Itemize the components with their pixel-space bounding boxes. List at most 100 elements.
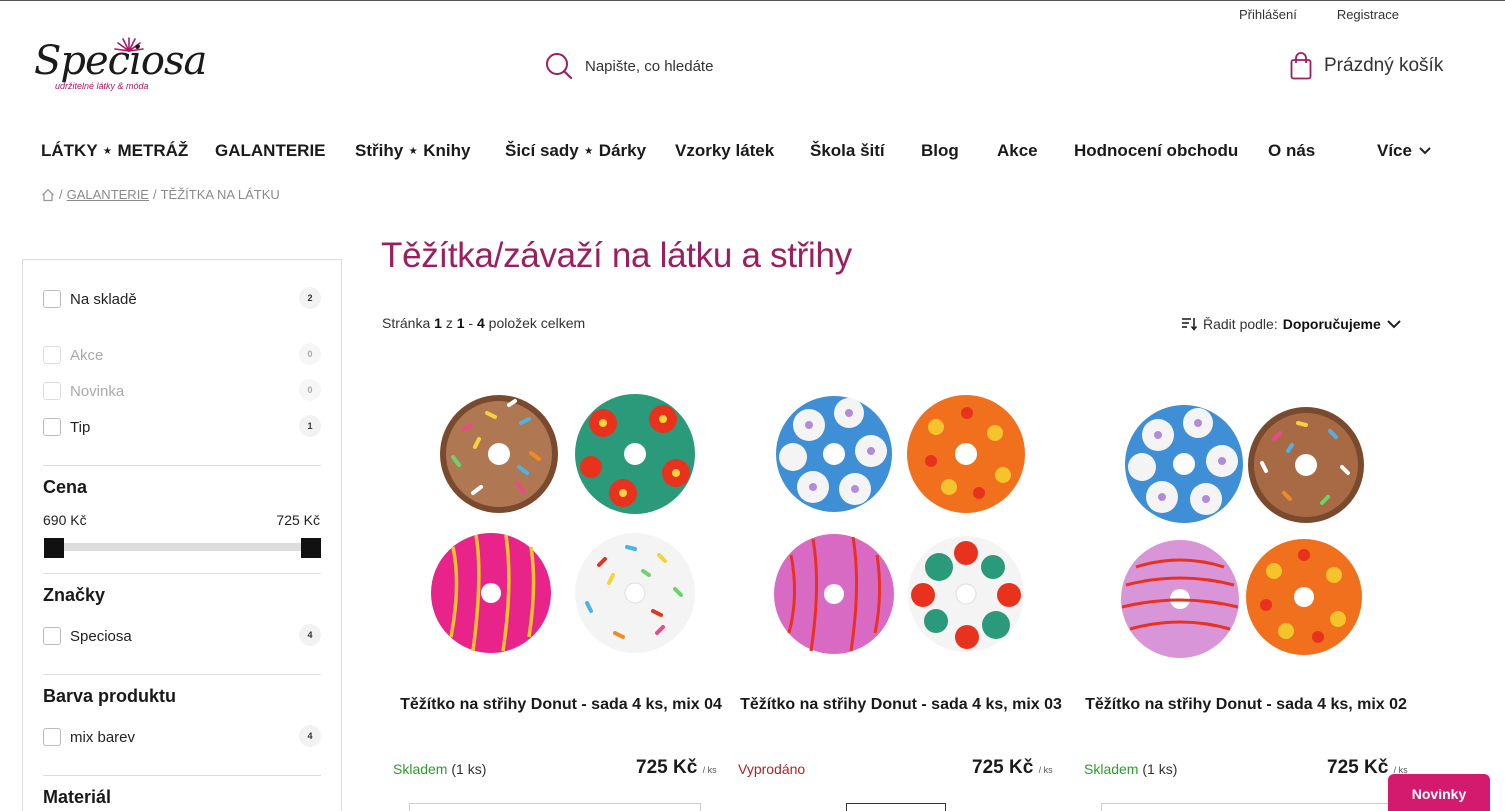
filter-new[interactable]: Novinka 0 [43,379,321,401]
filter-tip[interactable]: Tip 1 [43,415,321,437]
nav-item-sewing-school[interactable]: Škola šití [810,141,885,161]
filter-brand-speciosa[interactable]: Speciosa 4 [43,624,321,646]
breadcrumb-separator: / [152,187,157,202]
cart-label: Prázdný košík [1324,55,1444,76]
stock-qty: (1 ks) [451,761,487,777]
color-filter-title: Barva produktu [43,686,177,706]
login-link[interactable]: Přihlášení [1239,7,1297,22]
price-max-value: 725 Kč [276,512,320,528]
add-to-cart-button[interactable] [1101,803,1393,811]
nav-item-more[interactable]: Více [1377,141,1432,161]
price-slider-max-handle[interactable] [301,538,321,558]
chevron-down-icon [1419,147,1431,155]
search-box[interactable]: Napište, co hledáte [545,52,713,80]
brands-filter-title: Značky [43,585,106,605]
stock-status: Skladem (1 ks) [393,761,486,777]
checkbox[interactable] [43,290,61,308]
filter-label: Tip [70,418,91,436]
checkbox[interactable] [43,627,61,645]
checkbox[interactable] [43,728,61,746]
of-word: z [445,315,453,331]
stock-label: Skladem [1084,761,1139,777]
logo-tagline: udržitelné látky & móda [55,81,149,91]
nav-item-sewing-kits[interactable]: Šicí sady ⋆ Dárky [505,141,646,161]
total-suffix: položek celkem [488,315,586,331]
sort-icon [1182,318,1198,331]
filter-count: 1 [299,415,321,437]
add-to-cart-button[interactable] [409,803,701,811]
breadcrumb: / GALANTERIE / TĚŽÍTKA NA LÁTKU [41,187,280,202]
page-word: Stránka [382,315,431,331]
price-slider-track[interactable] [53,543,313,551]
price-slider-min-handle[interactable] [44,538,64,558]
search-icon [546,53,573,80]
register-link[interactable]: Registrace [1337,7,1399,22]
price-min-value: 690 Kč [43,512,87,528]
checkbox[interactable] [43,418,61,436]
filter-in-stock[interactable]: Na skladě 2 [43,287,321,309]
stock-status: Vyprodáno [738,761,805,777]
product-price: 725 Kč / ks [972,757,1053,779]
price-filter-title: Cena [43,477,88,497]
filter-label: Novinka [70,382,125,400]
filter-color-mix[interactable]: mix barev 4 [43,725,321,747]
product-card[interactable]: Těžítko na střihy Donut - sada 4 ks, mix… [1076,375,1416,811]
details-button[interactable] [846,803,946,811]
nav-item-about[interactable]: O nás [1268,141,1315,161]
filter-count: 0 [299,379,321,401]
breadcrumb-category[interactable]: GALANTERIE [67,187,149,202]
filter-label: Speciosa [70,627,132,645]
filter-label: mix barev [70,728,136,746]
news-button[interactable]: Novinky [1388,774,1490,811]
search-input[interactable]: Napište, co hledáte [585,58,713,75]
account-links: Přihlášení Registrace [1239,7,1399,22]
filter-sale[interactable]: Akce 0 [43,343,321,365]
logo[interactable]: Speciosa udržitelné látky & móda [34,37,207,96]
cart-button[interactable]: Prázdný košík [1290,52,1443,80]
nav-item-fabrics[interactable]: LÁTKY ⋆ METRÁŽ [41,141,188,161]
price-value: 725 Kč [972,757,1034,778]
price-value: 725 Kč [1327,757,1389,778]
nav-item-blog[interactable]: Blog [921,141,959,161]
product-image[interactable] [391,375,731,675]
nav-item-patterns-books[interactable]: Střihy ⋆ Knihy [355,141,471,161]
filter-label: Na skladě [70,290,137,308]
filter-sidebar: Na skladě 2 Akce 0 Novinka 0 Tip 1 Cena … [22,259,342,811]
shopping-bag-icon [1290,52,1312,80]
material-filter-title: Materiál [43,787,112,807]
stock-status: Skladem (1 ks) [1084,761,1177,777]
product-name[interactable]: Těžítko na střihy Donut - sada 4 ks, mix… [1076,695,1416,715]
product-image[interactable] [1076,375,1416,675]
product-price: 725 Kč / ks [636,757,717,779]
checkbox[interactable] [43,346,61,364]
nav-more-label: Více [1377,141,1412,160]
nav-item-sale[interactable]: Akce [997,141,1038,161]
logo-text: Speciosa [34,38,207,84]
range-to: 4 [476,315,485,331]
filter-count: 2 [299,287,321,309]
divider [43,674,321,675]
stock-label: Skladem [393,761,448,777]
price-unit: / ks [1038,765,1053,775]
product-name[interactable]: Těžítko na střihy Donut - sada 4 ks, mix… [391,695,731,715]
page-title: Těžítka/závaží na látku a střihy [381,236,852,275]
divider [43,775,321,776]
range-from: 1 [456,315,465,331]
home-icon[interactable] [41,188,55,202]
product-image[interactable] [731,375,1071,675]
product-card[interactable]: Těžítko na střihy Donut - sada 4 ks, mix… [731,375,1071,811]
nav-item-reviews[interactable]: Hodnocení obchodu [1074,141,1238,161]
top-border [0,0,1505,1]
product-name[interactable]: Těžítko na střihy Donut - sada 4 ks, mix… [731,695,1071,715]
nav-item-haberdashery[interactable]: GALANTERIE [215,141,326,161]
product-card[interactable]: Těžítko na střihy Donut - sada 4 ks, mix… [391,375,731,811]
price-unit: / ks [702,765,717,775]
checkbox[interactable] [43,382,61,400]
filter-label: Akce [70,346,104,364]
sort-label: Řadit podle: [1203,316,1278,332]
sort-dropdown[interactable]: Řadit podle: Doporučujeme [1181,316,1402,332]
nav-item-samples[interactable]: Vzorky látek [675,141,774,161]
divider [43,573,321,574]
breadcrumb-separator: / [59,187,63,202]
stock-label: Vyprodáno [738,761,806,777]
